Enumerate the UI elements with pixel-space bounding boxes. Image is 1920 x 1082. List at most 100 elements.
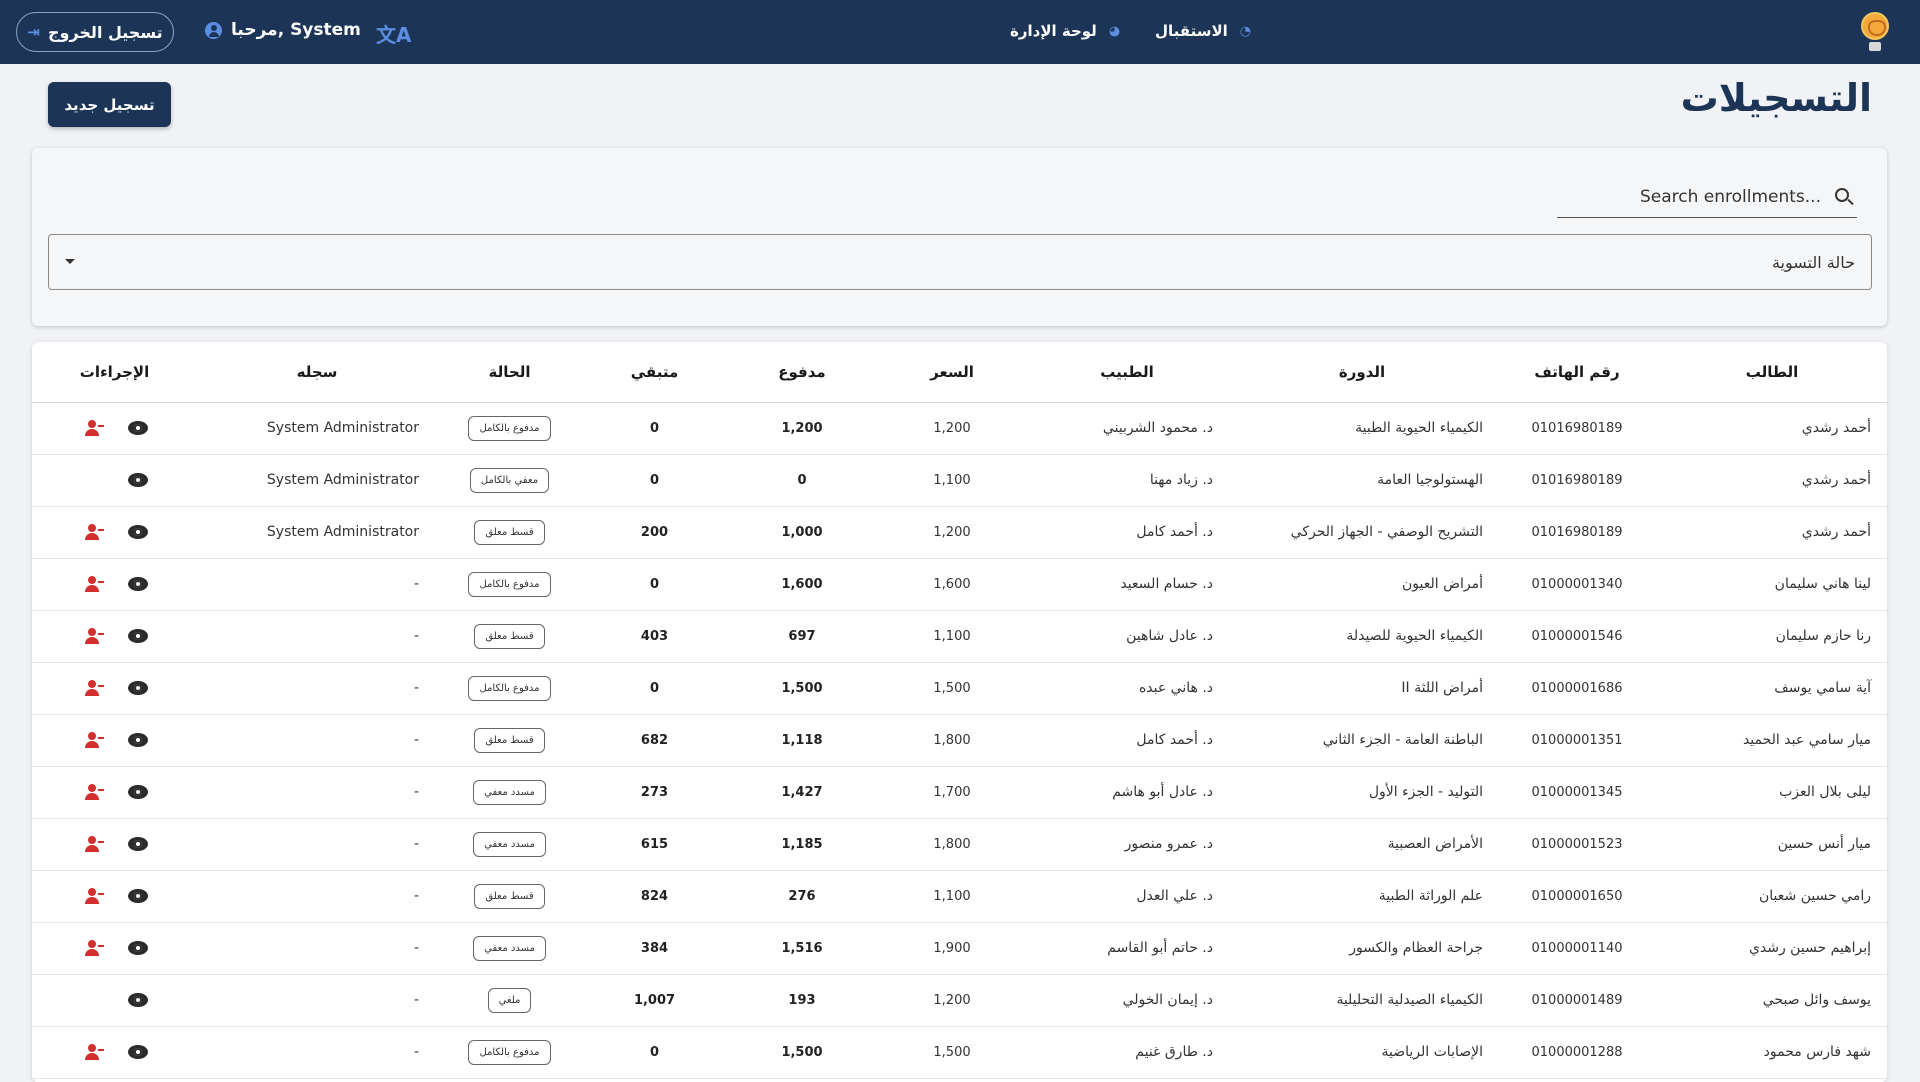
remove-enrollment-icon[interactable] bbox=[82, 836, 104, 852]
view-eye-icon[interactable] bbox=[127, 837, 148, 851]
cell-doctor: د. عادل أبو هاشم bbox=[1027, 766, 1227, 819]
remove-enrollment-icon[interactable] bbox=[82, 628, 104, 644]
remove-enrollment-icon[interactable] bbox=[82, 576, 104, 592]
status-badge: مدفوع بالكامل bbox=[468, 571, 551, 597]
col-paid[interactable]: مدفوع bbox=[727, 342, 877, 403]
table-row[interactable]: أحمد رشدي 01016980189 الكيمياء الحيوية ا… bbox=[32, 402, 1887, 455]
cell-actions bbox=[32, 714, 197, 767]
remove-enrollment-icon[interactable] bbox=[82, 680, 104, 696]
table-row[interactable]: أحمد رشدي 01016980189 الهستولوجيا العامة… bbox=[32, 454, 1887, 507]
table-row[interactable]: أحمد رشدي 01016980189 التشريح الوصفي - ا… bbox=[32, 506, 1887, 559]
logout-label: تسجيل الخروج bbox=[47, 22, 163, 42]
col-status[interactable]: الحالة bbox=[437, 342, 582, 403]
status-badge: قسط معلق bbox=[474, 519, 545, 545]
view-eye-icon[interactable] bbox=[127, 473, 148, 487]
remove-enrollment-icon[interactable] bbox=[82, 524, 104, 540]
cell-status: مسدد معفي bbox=[437, 766, 582, 819]
cell-student: لينا هاني سليمان bbox=[1657, 558, 1887, 611]
cell-price: 1,100 bbox=[877, 870, 1027, 923]
table-row[interactable]: رامي حسين شعبان 01000001650 علم الوراثة … bbox=[32, 870, 1887, 923]
cell-doctor: د. علي العدل bbox=[1027, 870, 1227, 923]
remove-enrollment-icon[interactable] bbox=[82, 784, 104, 800]
cell-student: أحمد رشدي bbox=[1657, 454, 1887, 507]
table-row[interactable]: إبراهيم حسين رشدي 01000001140 جراحة العظ… bbox=[32, 922, 1887, 975]
col-course[interactable]: الدورة bbox=[1227, 342, 1497, 403]
table-row[interactable]: لينا هاني سليمان 01000001340 أمراض العيو… bbox=[32, 558, 1887, 611]
table-row[interactable]: يوسف وائل صبحي 01000001489 الكيمياء الصي… bbox=[32, 974, 1887, 1027]
cell-student: ميار أنس حسين bbox=[1657, 818, 1887, 871]
table-row[interactable]: آية سامي يوسف 01000001686 أمراض اللثة II… bbox=[32, 662, 1887, 715]
table-row[interactable]: ليلى بلال العزب 01000001345 التوليد - ال… bbox=[32, 766, 1887, 819]
remove-enrollment-icon[interactable] bbox=[82, 940, 104, 956]
translate-icon[interactable]: 文A bbox=[376, 19, 411, 48]
nav-reception[interactable]: ◔ الاستقبال bbox=[1155, 22, 1251, 40]
settlement-status-select[interactable]: حالة التسوية bbox=[48, 234, 1872, 290]
view-eye-icon[interactable] bbox=[127, 577, 148, 591]
view-eye-icon[interactable] bbox=[127, 941, 148, 955]
cell-paid: 276 bbox=[727, 870, 877, 923]
reception-icon: ◔ bbox=[1239, 23, 1252, 39]
status-badge: قسط معلق bbox=[474, 623, 545, 649]
view-eye-icon[interactable] bbox=[127, 525, 148, 539]
col-student[interactable]: الطالب bbox=[1657, 342, 1887, 403]
remove-slot bbox=[82, 472, 104, 488]
remove-enrollment-icon[interactable] bbox=[82, 888, 104, 904]
view-eye-icon[interactable] bbox=[127, 1045, 148, 1059]
remove-enrollment-icon[interactable] bbox=[82, 732, 104, 748]
table-row[interactable]: ميار أنس حسين 01000001523 الأمراض العصبي… bbox=[32, 818, 1887, 871]
user-welcome[interactable]: مرحبا, System bbox=[205, 20, 361, 40]
cell-registered-by: - bbox=[197, 714, 437, 767]
cell-remaining: 682 bbox=[582, 714, 727, 767]
cell-remaining: 0 bbox=[582, 558, 727, 611]
cell-remaining: 0 bbox=[582, 454, 727, 507]
col-doctor[interactable]: الطبيب bbox=[1027, 342, 1227, 403]
view-eye-icon[interactable] bbox=[127, 629, 148, 643]
cell-phone: 01000001523 bbox=[1497, 818, 1657, 871]
table-row[interactable]: ميار سامي عبد الحميد 01000001351 الباطنة… bbox=[32, 714, 1887, 767]
brain-bulb-logo[interactable] bbox=[1858, 9, 1892, 55]
cell-actions bbox=[32, 506, 197, 559]
col-remaining[interactable]: متبقي bbox=[582, 342, 727, 403]
cell-price: 1,600 bbox=[877, 558, 1027, 611]
cell-paid: 0 bbox=[727, 454, 877, 507]
cell-doctor: د. أحمد كامل bbox=[1027, 714, 1227, 767]
view-eye-icon[interactable] bbox=[127, 993, 148, 1007]
table-row[interactable]: شهد فارس محمود 01000001288 الإصابات الري… bbox=[32, 1026, 1887, 1079]
cell-phone: 01016980189 bbox=[1497, 454, 1657, 507]
col-registered-by[interactable]: سجله bbox=[197, 342, 437, 403]
cell-registered-by: - bbox=[197, 922, 437, 975]
new-enrollment-button[interactable]: تسجيل جديد bbox=[48, 82, 171, 127]
cell-price: 1,900 bbox=[877, 922, 1027, 975]
search-field[interactable]: Search enrollments... bbox=[1557, 176, 1857, 218]
cell-remaining: 1,007 bbox=[582, 974, 727, 1027]
view-eye-icon[interactable] bbox=[127, 785, 148, 799]
cell-status: مدفوع بالكامل bbox=[437, 558, 582, 611]
cell-doctor: د. حسام السعيد bbox=[1027, 558, 1227, 611]
view-eye-icon[interactable] bbox=[127, 889, 148, 903]
col-phone[interactable]: رقم الهاتف bbox=[1497, 342, 1657, 403]
status-badge: ملغي bbox=[487, 987, 532, 1013]
welcome-text: مرحبا, System bbox=[231, 20, 361, 40]
logout-button[interactable]: تسجيل الخروج ⇥ bbox=[16, 12, 174, 52]
nav-admin-dashboard[interactable]: ◕ لوحة الإدارة bbox=[1010, 22, 1120, 40]
cell-status: قسط معلق bbox=[437, 870, 582, 923]
remove-enrollment-icon[interactable] bbox=[82, 1044, 104, 1060]
col-price[interactable]: السعر bbox=[877, 342, 1027, 403]
cell-status: ملغي bbox=[437, 974, 582, 1027]
cell-phone: 01016980189 bbox=[1497, 506, 1657, 559]
table-row[interactable]: رنا حازم سليمان 01000001546 الكيمياء الح… bbox=[32, 610, 1887, 663]
remove-enrollment-icon[interactable] bbox=[82, 420, 104, 436]
view-eye-icon[interactable] bbox=[127, 733, 148, 747]
cell-registered-by: - bbox=[197, 1026, 437, 1079]
cell-status: مدفوع بالكامل bbox=[437, 1026, 582, 1079]
cell-remaining: 403 bbox=[582, 610, 727, 663]
view-eye-icon[interactable] bbox=[127, 681, 148, 695]
cell-paid: 1,516 bbox=[727, 922, 877, 975]
cell-registered-by: - bbox=[197, 974, 437, 1027]
enrollments-table-card: الطالب رقم الهاتف الدورة الطبيب السعر مد… bbox=[32, 342, 1887, 1082]
view-eye-icon[interactable] bbox=[127, 421, 148, 435]
search-input[interactable]: Search enrollments... bbox=[1640, 187, 1821, 207]
cell-remaining: 0 bbox=[582, 662, 727, 715]
cell-phone: 01000001650 bbox=[1497, 870, 1657, 923]
cell-doctor: د. هاني عبده bbox=[1027, 662, 1227, 715]
